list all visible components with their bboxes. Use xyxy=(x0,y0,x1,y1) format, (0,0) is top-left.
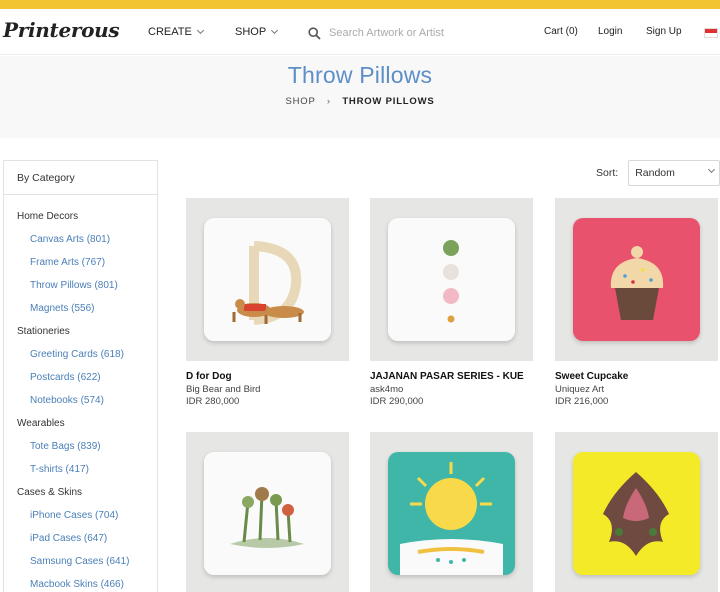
category-sidebar: By Category Home Decors Canvas Arts (801… xyxy=(3,160,158,592)
product-image[interactable] xyxy=(186,432,349,592)
product-card[interactable] xyxy=(186,432,349,592)
category-magnets[interactable]: Magnets (556) xyxy=(4,297,157,320)
product-card[interactable]: JAJANAN PASAR SERIES - KUE ask4mo IDR 29… xyxy=(370,198,533,407)
category-iphone-cases[interactable]: iPhone Cases (704) xyxy=(4,504,157,527)
product-title[interactable]: Sweet Cupcake xyxy=(555,371,718,382)
product-card[interactable] xyxy=(370,432,533,592)
product-title[interactable]: JAJANAN PASAR SERIES - KUE xyxy=(370,371,533,382)
category-throw-pillows[interactable]: Throw Pillows (801) xyxy=(4,274,157,297)
cart-link[interactable]: Cart (0) xyxy=(544,26,578,37)
chevron-down-icon xyxy=(271,26,279,35)
sort-label: Sort: xyxy=(596,167,619,179)
pillow-sun-image xyxy=(388,452,515,575)
category-group-home-decors: Home Decors xyxy=(17,211,79,222)
product-price: IDR 280,000 xyxy=(186,396,240,407)
product-image[interactable] xyxy=(370,198,533,361)
pillow-inkblot-image xyxy=(573,452,700,575)
category-group-cases-skins: Cases & Skins xyxy=(17,487,83,498)
pillow-kue-image xyxy=(388,218,515,341)
category-tote-bags[interactable]: Tote Bags (839) xyxy=(4,435,157,458)
page-header: Throw Pillows SHOP › THROW PILLOWS xyxy=(0,56,720,138)
category-postcards[interactable]: Postcards (622) xyxy=(4,366,157,389)
login-link[interactable]: Login xyxy=(598,26,622,37)
category-ipad-cases[interactable]: iPad Cases (647) xyxy=(4,527,157,550)
product-card[interactable]: Sweet Cupcake Uniquez Art IDR 216,000 xyxy=(555,198,718,407)
pillow-garden-image xyxy=(204,452,331,575)
signup-link[interactable]: Sign Up xyxy=(646,26,682,37)
product-image[interactable] xyxy=(555,198,718,361)
product-card[interactable]: D for Dog Big Bear and Bird IDR 280,000 xyxy=(186,198,349,407)
product-artist[interactable]: Uniquez Art xyxy=(555,384,718,395)
language-flag-icon[interactable] xyxy=(704,28,718,38)
page-title: Throw Pillows xyxy=(287,62,433,88)
top-accent-bar xyxy=(0,0,720,9)
chevron-down-icon xyxy=(196,26,204,35)
chevron-down-icon xyxy=(708,165,716,174)
breadcrumb-shop[interactable]: SHOP xyxy=(285,96,315,107)
category-frame-arts[interactable]: Frame Arts (767) xyxy=(4,251,157,274)
product-image[interactable] xyxy=(186,198,349,361)
sort-control: Sort: Random xyxy=(596,160,720,186)
category-macbook-skins[interactable]: Macbook Skins (466) xyxy=(4,573,157,592)
sort-select[interactable]: Random xyxy=(628,160,720,186)
breadcrumb-current: THROW PILLOWS xyxy=(342,96,435,107)
product-artist[interactable]: Big Bear and Bird xyxy=(186,384,349,395)
search-icon[interactable] xyxy=(308,26,321,40)
product-card[interactable] xyxy=(555,432,718,592)
category-list: Home Decors Canvas Arts (801) Frame Arts… xyxy=(4,195,157,592)
breadcrumb: SHOP › THROW PILLOWS xyxy=(0,96,720,107)
nav-create-label: CREATE xyxy=(148,26,192,38)
pillow-letter-d-dog-image xyxy=(204,218,331,341)
product-image[interactable] xyxy=(370,432,533,592)
sidebar-heading: By Category xyxy=(4,161,157,195)
pillow-cupcake-image xyxy=(573,218,700,341)
product-artist[interactable]: ask4mo xyxy=(370,384,533,395)
top-navigation: Printerous CREATE SHOP Cart (0) Login Si… xyxy=(0,9,720,55)
nav-shop[interactable]: SHOP xyxy=(235,26,279,38)
nav-shop-label: SHOP xyxy=(235,26,267,38)
product-price: IDR 290,000 xyxy=(370,396,424,407)
brand-logo[interactable]: Printerous xyxy=(3,18,120,42)
category-group-stationeries: Stationeries xyxy=(17,326,70,337)
search-input[interactable] xyxy=(329,27,509,39)
sort-value: Random xyxy=(635,167,675,179)
category-t-shirts[interactable]: T-shirts (417) xyxy=(4,458,157,481)
category-samsung-cases[interactable]: Samsung Cases (641) xyxy=(4,550,157,573)
product-price: IDR 216,000 xyxy=(555,396,609,407)
category-greeting-cards[interactable]: Greeting Cards (618) xyxy=(4,343,157,366)
product-title[interactable]: D for Dog xyxy=(186,371,349,382)
breadcrumb-separator: › xyxy=(326,96,331,107)
category-notebooks[interactable]: Notebooks (574) xyxy=(4,389,157,412)
category-canvas-arts[interactable]: Canvas Arts (801) xyxy=(4,228,157,251)
nav-create[interactable]: CREATE xyxy=(148,26,204,38)
product-image[interactable] xyxy=(555,432,718,592)
search-bar xyxy=(308,22,528,44)
category-group-wearables: Wearables xyxy=(17,418,65,429)
